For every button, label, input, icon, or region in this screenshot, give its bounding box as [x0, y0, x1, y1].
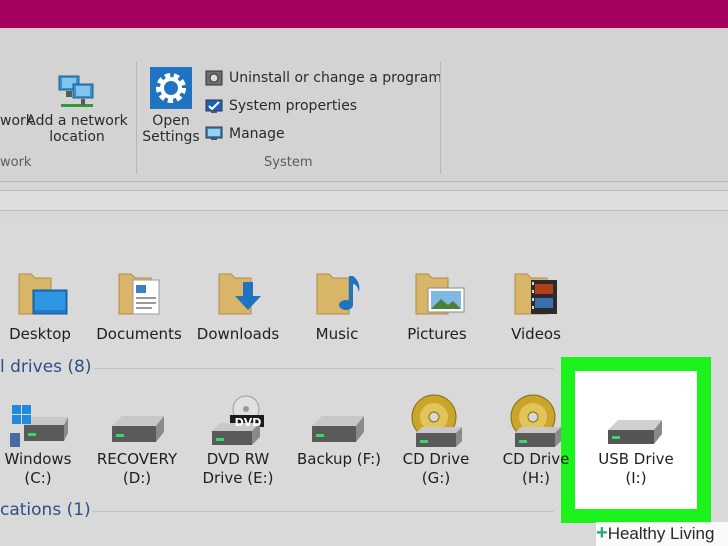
drive-cd-g-line1: CD Drive: [402, 450, 470, 468]
folder-videos-label: Videos: [511, 325, 561, 343]
folder-music-label: Music: [315, 325, 359, 343]
system-group-label: System: [264, 155, 313, 170]
locations-section-header[interactable]: cations (1): [0, 500, 91, 520]
folder-documents-label: Documents: [96, 325, 182, 343]
add-network-location-line1: Add a network: [26, 113, 128, 129]
uninstall-program-icon: [205, 70, 223, 86]
ribbon: [0, 28, 728, 181]
open-settings-line2: Settings: [142, 129, 200, 145]
drive-usb-line2: (I:): [625, 469, 647, 487]
drive-windows-line2: (C:): [24, 469, 52, 487]
section-divider: [94, 368, 554, 369]
watermark-text: Healthy Living: [607, 524, 715, 543]
cd-drive-icon: [411, 394, 462, 447]
drive-backup-line1: Backup (F:): [297, 450, 381, 468]
ribbon-separator: [440, 62, 441, 174]
watermark-logo-icon: +: [596, 522, 608, 544]
ribbon-divider: [0, 181, 728, 182]
watermark: +Healthy Living: [596, 522, 728, 546]
music-folder-icon: [316, 273, 360, 315]
drive-dvd-line2: Drive (E:): [202, 469, 274, 487]
cd-drive-icon: [510, 394, 561, 447]
drive-recovery-line2: (D:): [122, 469, 152, 487]
manage-computer-icon: [205, 126, 223, 140]
add-network-location-line2: location: [49, 129, 105, 145]
documents-folder-icon: [118, 273, 160, 315]
videos-folder-icon: [514, 273, 557, 315]
address-bar[interactable]: [0, 190, 728, 211]
drive-cd-h-line1: CD Drive: [502, 450, 570, 468]
uninstall-program-label: Uninstall or change a program: [229, 70, 443, 86]
drive-usb-line1: USB Drive: [598, 450, 674, 468]
hard-drive-icon: [312, 416, 364, 442]
desktop-folder-icon: [18, 273, 68, 315]
drive-recovery-line1: RECOVERY: [96, 450, 178, 468]
manage-label: Manage: [229, 126, 285, 142]
drive-cd-h-line2: (H:): [521, 469, 551, 487]
folder-downloads-label: Downloads: [196, 325, 280, 343]
dvd-badge: DVD: [234, 416, 262, 429]
ribbon-separator: [136, 62, 137, 174]
section-divider: [92, 511, 554, 512]
system-properties-label: System properties: [229, 98, 358, 114]
usb-drive-icon: [608, 420, 662, 444]
folder-pictures-label: Pictures: [407, 325, 467, 343]
system-properties-icon: [205, 99, 223, 113]
windows-drive-icon: [10, 405, 68, 447]
drive-cd-g-line2: (G:): [421, 469, 451, 487]
settings-gear-icon: [150, 67, 192, 109]
hard-drive-icon: [112, 416, 164, 442]
drive-windows-line1: Windows: [4, 450, 72, 468]
network-group-label: work: [0, 155, 32, 170]
pictures-folder-icon: [415, 273, 465, 315]
folder-desktop-label: Desktop: [9, 325, 71, 343]
drives-section-header[interactable]: l drives (8): [0, 357, 92, 377]
downloads-folder-icon: [218, 273, 261, 315]
title-bar: [0, 0, 728, 28]
open-settings-line1: Open: [152, 113, 190, 129]
network-computers-icon: [58, 75, 94, 107]
drive-dvd-line1: DVD RW: [206, 450, 270, 468]
